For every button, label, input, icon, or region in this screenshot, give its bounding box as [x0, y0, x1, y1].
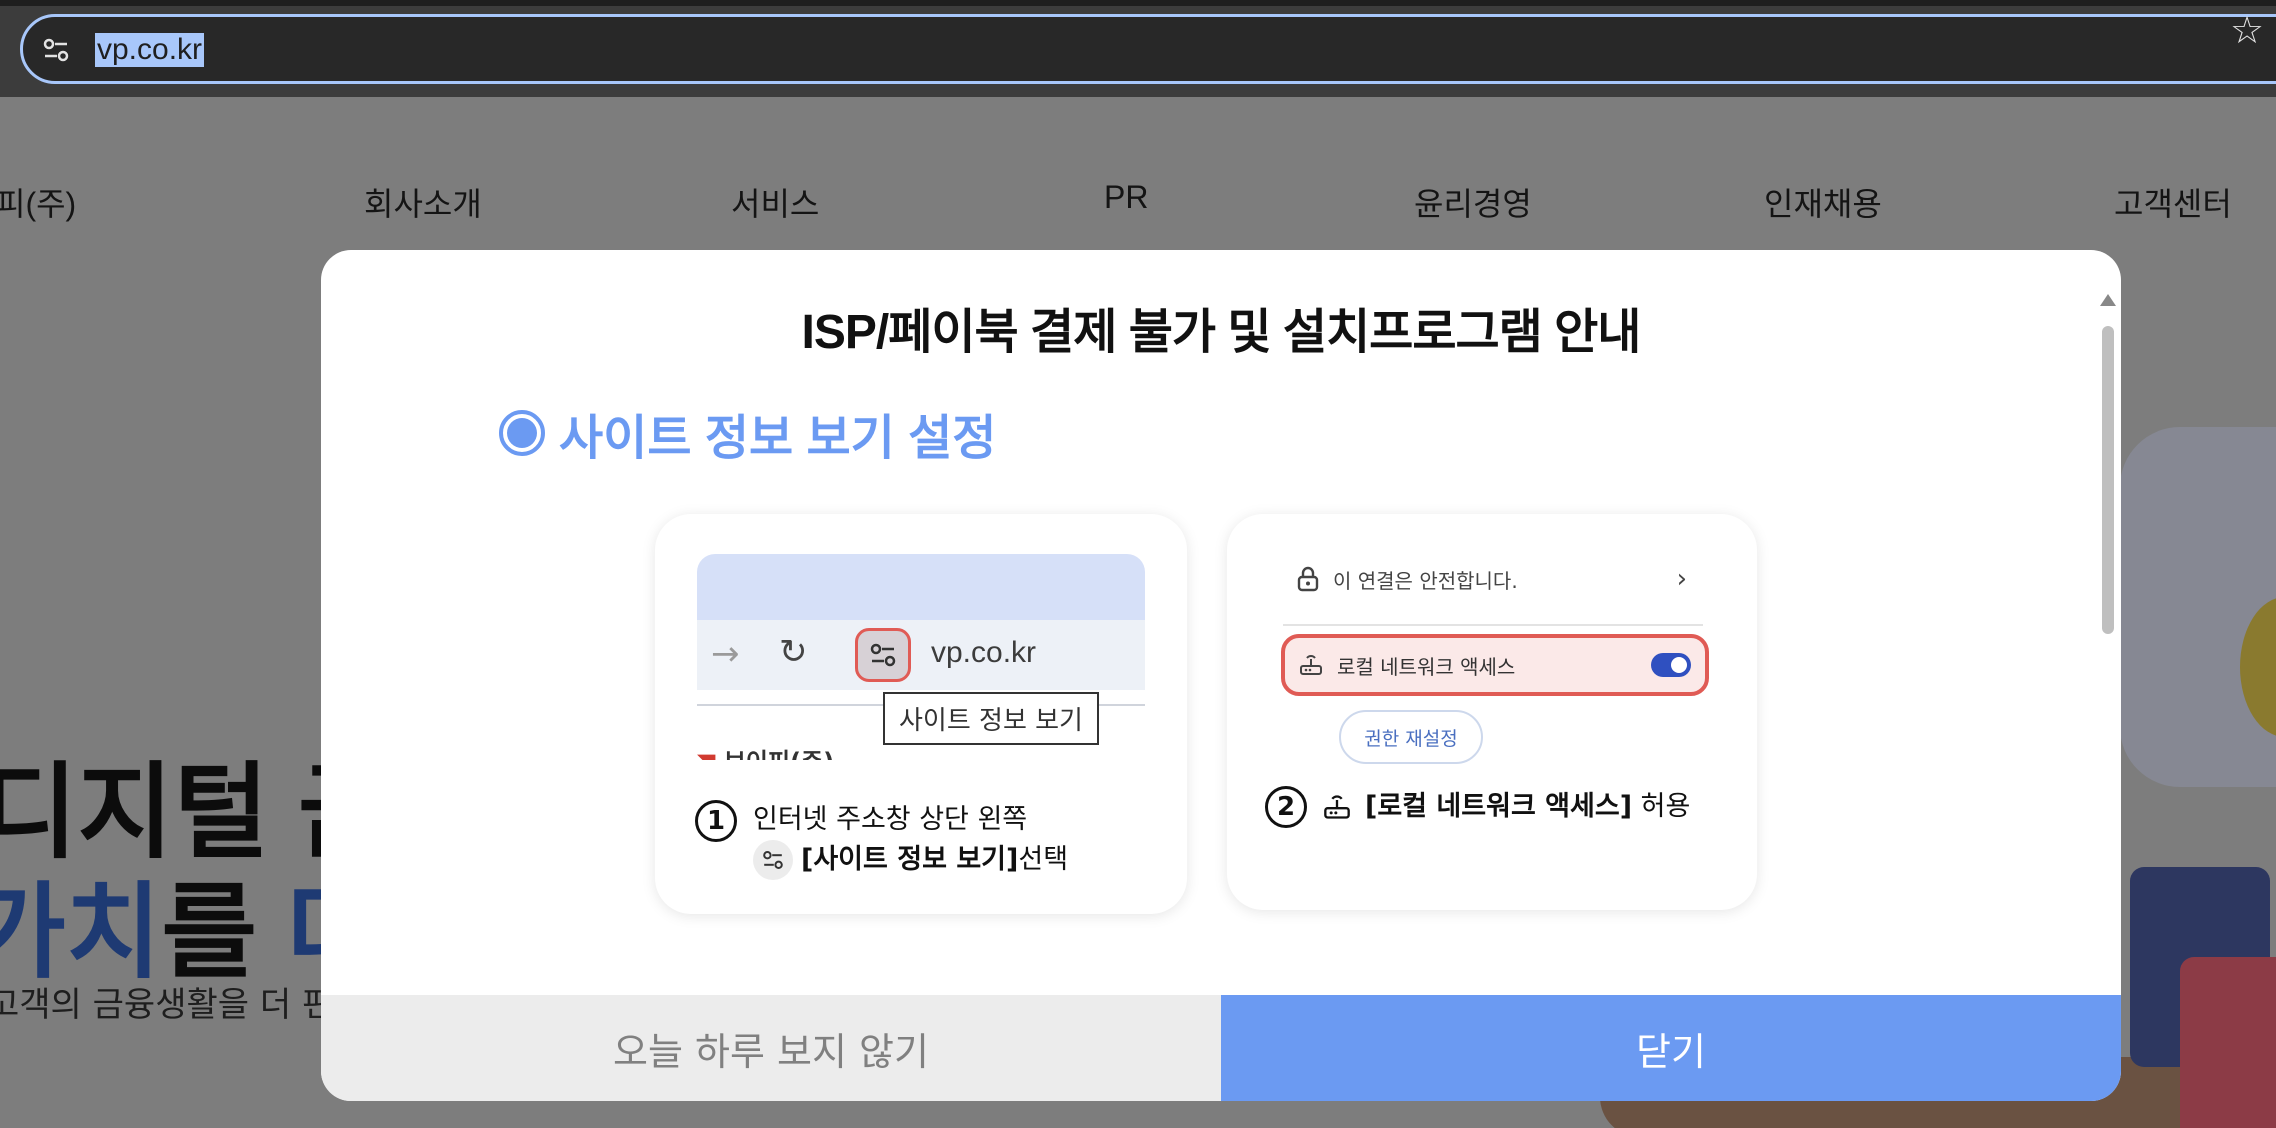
star-icon[interactable]: ☆	[2230, 8, 2264, 52]
nav-item-company[interactable]: 회사소개	[364, 179, 482, 225]
mini-brand: ◥ 브이피(주)	[697, 742, 834, 760]
modal-scrollbar[interactable]	[2100, 294, 2116, 1074]
secure-connection-row: 이 연결은 안전합니다. ›	[1297, 564, 1687, 594]
reload-icon: ↻	[779, 632, 808, 672]
tune-icon	[855, 628, 911, 682]
radio-bullet-icon	[499, 410, 545, 456]
hero-subtitle: 고객의 금융생활을 더 편리	[0, 985, 365, 1025]
modal-footer: 오늘 하루 보지 않기 닫기	[321, 995, 2121, 1101]
hero-accent-1: 가치	[0, 875, 162, 991]
nav-item-support[interactable]: 고객센터	[2114, 179, 2232, 225]
hero-illustration	[2120, 427, 2276, 787]
section-heading-label: 사이트 정보 보기 설정	[559, 412, 997, 465]
step1-instruction: 1 인터넷 주소창 상단 왼쪽 [사이트 정보 보기] 선택	[695, 800, 1068, 880]
divider	[1283, 624, 1703, 626]
nav-item-recruit[interactable]: 인재채용	[1764, 179, 1882, 225]
step1-line1: 인터넷 주소창 상단 왼쪽	[753, 804, 1028, 835]
hero-mid: 를	[161, 875, 286, 991]
modal-title: ISP/페이북 결제 불가 및 설치프로그램 안내	[801, 306, 1642, 359]
step2-text: [로컬 네트워크 액세스] 허용	[1365, 791, 1691, 822]
secure-connection-text: 이 연결은 안전합니다.	[1333, 568, 1518, 593]
step-number: 2	[1265, 786, 1307, 828]
step2-instruction: 2 [로컬 네트워크 액세스] 허용	[1265, 786, 1690, 828]
url-text[interactable]: vp.co.kr	[95, 33, 205, 67]
section-heading: 사이트 정보 보기 설정	[499, 398, 996, 468]
scroll-thumb[interactable]	[2102, 326, 2114, 634]
tune-icon	[753, 840, 793, 880]
close-button[interactable]: 닫기	[1221, 995, 2121, 1101]
chevron-right-icon: ›	[1676, 564, 1687, 594]
router-icon	[1323, 793, 1351, 821]
mini-toolbar: → ↻ vp.co.kr	[697, 620, 1145, 690]
step-number: 1	[695, 800, 737, 842]
mini-tab-bar	[697, 554, 1145, 620]
step1-line2: [사이트 정보 보기] 선택	[753, 840, 1068, 880]
tune-icon[interactable]	[41, 35, 71, 65]
card-illustration-2	[2180, 957, 2276, 1128]
scroll-up-arrow-icon[interactable]	[2100, 294, 2116, 306]
mini-url: vp.co.kr	[931, 636, 1037, 669]
site-info-tooltip: 사이트 정보 보기	[883, 692, 1099, 745]
nav-item-ethics[interactable]: 윤리경영	[1414, 179, 1532, 225]
tab-strip	[0, 0, 2276, 6]
address-bar[interactable]: vp.co.kr	[20, 14, 2276, 84]
forward-arrow-icon: →	[711, 634, 740, 674]
reset-permissions-button: 권한 재설정	[1339, 710, 1483, 764]
local-network-row: 로컬 네트워크 액세스	[1281, 634, 1709, 696]
nav-item-pr[interactable]: PR	[1104, 179, 1148, 216]
step2-card: 이 연결은 안전합니다. › 로컬 네트워크 액세스 권한 재설정 2 [로컬 …	[1227, 514, 1757, 910]
nav-item-service[interactable]: 서비스	[731, 179, 819, 225]
local-network-toggle	[1651, 653, 1691, 677]
dont-show-today-button[interactable]: 오늘 하루 보지 않기	[321, 995, 1221, 1101]
step1-card: → ↻ vp.co.kr 사이트 정보 보기 ◥ 브이피(주) 1 인터넷 주소…	[655, 514, 1187, 914]
router-icon	[1300, 655, 1322, 675]
guide-modal: ISP/페이북 결제 불가 및 설치프로그램 안내 사이트 정보 보기 설정 →…	[321, 250, 2121, 1101]
lock-icon	[1297, 566, 1319, 592]
browser-toolbar: vp.co.kr ☆	[0, 0, 2276, 97]
site-brand: 피(주)	[0, 186, 77, 222]
local-network-text: 로컬 네트워크 액세스	[1337, 654, 1516, 679]
